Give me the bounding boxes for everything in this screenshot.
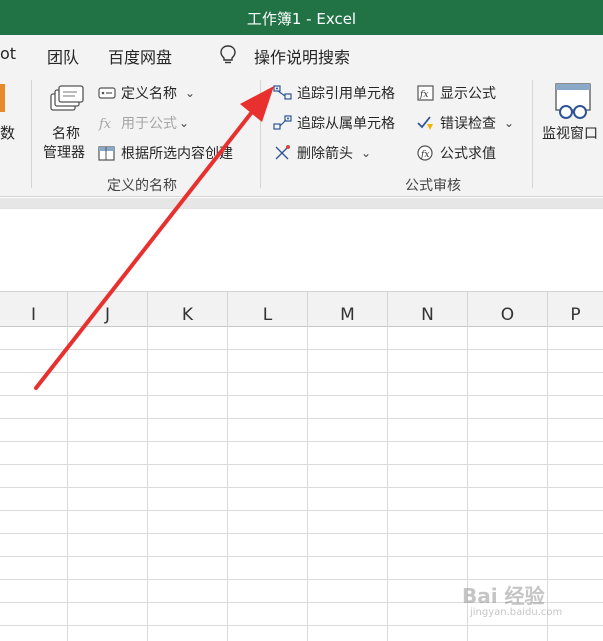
column-header-m[interactable]: M xyxy=(308,292,388,327)
group-separator xyxy=(532,80,533,188)
lightbulb-icon[interactable] xyxy=(219,44,237,66)
chevron-down-icon: ⌄ xyxy=(179,116,190,130)
defined-names-group-label: 定义的名称 xyxy=(107,178,177,194)
chevron-down-icon: ⌄ xyxy=(504,116,515,130)
trace-dependents-label: 追踪从属单元格 xyxy=(297,116,395,132)
formula-bar-area[interactable] xyxy=(0,208,603,291)
grid-column-line xyxy=(387,327,388,641)
grid-row-line xyxy=(0,510,603,511)
column-header-row: I J K L M N O P xyxy=(0,291,603,327)
function-library-icon-partial[interactable] xyxy=(0,84,5,112)
tab-team[interactable]: 团队 xyxy=(47,44,79,68)
name-manager-icon[interactable] xyxy=(47,84,85,116)
define-name-label: 定义名称 xyxy=(121,86,177,102)
trace-dependents-button[interactable]: 追踪从属单元格 xyxy=(273,113,395,133)
chevron-down-icon: ⌄ xyxy=(185,86,196,100)
create-from-selection-label: 根据所选内容创建 xyxy=(121,146,233,162)
group-separator xyxy=(31,80,32,188)
formula-auditing-group-label: 公式审核 xyxy=(405,178,461,194)
table-selection-icon xyxy=(98,146,115,161)
grid-column-line xyxy=(147,327,148,641)
create-from-selection-button[interactable]: 根据所选内容创建 xyxy=(97,143,233,163)
svg-text:fx: fx xyxy=(420,150,429,160)
column-header-k[interactable]: K xyxy=(148,292,228,327)
remove-arrows-button[interactable]: 删除箭头 ⌄ xyxy=(273,143,371,163)
watermark-logo: Bai 经验 xyxy=(462,584,545,608)
window-title: 工作簿1 - Excel xyxy=(246,10,357,28)
svg-text:fx: fx xyxy=(419,90,428,100)
ribbon-bottom-strip xyxy=(0,198,603,208)
grid-row-line xyxy=(0,556,603,557)
grid-column-line xyxy=(67,327,68,641)
error-checking-label: 错误检查 xyxy=(440,116,496,132)
define-name-button[interactable]: 定义名称 ⌄ xyxy=(97,83,195,103)
evaluate-formula-button[interactable]: fx 公式求值 xyxy=(416,143,496,163)
grid-row-line xyxy=(0,372,603,373)
grid-row-line xyxy=(0,625,603,626)
svg-text:fx: fx xyxy=(98,117,112,132)
trace-precedents-button[interactable]: 追踪引用单元格 xyxy=(273,83,395,103)
ribbon-partial-label[interactable]: 数 xyxy=(0,122,15,143)
column-header-o[interactable]: O xyxy=(468,292,548,327)
error-checking-icon xyxy=(417,116,433,130)
column-header-j[interactable]: J xyxy=(68,292,148,327)
menu-bar: ot 团队 百度网盘 操作说明搜索 xyxy=(0,35,603,73)
title-bar: 工作簿1 - Excel xyxy=(0,0,603,35)
column-header-p[interactable]: P xyxy=(548,292,603,327)
use-in-formula-label: 用于公式 xyxy=(121,116,177,132)
tag-icon xyxy=(98,87,116,99)
name-manager-label-line1[interactable]: 名称 xyxy=(52,123,80,143)
column-header-n[interactable]: N xyxy=(388,292,468,327)
group-separator xyxy=(260,80,261,188)
grid-column-line xyxy=(307,327,308,641)
fx-icon: fx xyxy=(98,117,112,132)
grid-row-line xyxy=(0,464,603,465)
tab-partial[interactable]: ot xyxy=(0,44,16,63)
grid-column-line xyxy=(547,327,548,641)
chevron-down-icon: ⌄ xyxy=(361,146,372,160)
remove-arrows-label: 删除箭头 xyxy=(297,146,353,162)
grid-row-line xyxy=(0,418,603,419)
grid-row-line xyxy=(0,395,603,396)
remove-arrows-icon xyxy=(275,145,290,160)
trace-precedents-label: 追踪引用单元格 xyxy=(297,86,395,102)
evaluate-formula-label: 公式求值 xyxy=(440,146,496,162)
show-formulas-label: 显示公式 xyxy=(440,86,496,102)
grid-row-line xyxy=(0,487,603,488)
watermark-url: jingyan.baidu.com xyxy=(470,607,563,618)
grid-row-line xyxy=(0,441,603,442)
column-header-i[interactable]: I xyxy=(0,292,68,327)
show-formulas-icon: fx xyxy=(417,85,434,101)
show-formulas-button[interactable]: fx 显示公式 xyxy=(416,83,496,103)
watch-window-icon[interactable] xyxy=(553,82,593,122)
grid-column-line xyxy=(227,327,228,641)
watch-window-label[interactable]: 监视窗口 xyxy=(542,123,598,143)
error-checking-button[interactable]: 错误检查 ⌄ xyxy=(416,113,514,133)
grid-row-line xyxy=(0,349,603,350)
grid-row-line xyxy=(0,533,603,534)
trace-dependents-icon xyxy=(273,115,292,130)
evaluate-formula-icon: fx xyxy=(417,145,433,161)
column-header-l[interactable]: L xyxy=(228,292,308,327)
use-in-formula-button[interactable]: fx 用于公式 ⌄ xyxy=(97,113,189,133)
trace-precedents-icon xyxy=(273,85,292,100)
tab-baidu-netdisk[interactable]: 百度网盘 xyxy=(108,44,172,68)
tell-me-search[interactable]: 操作说明搜索 xyxy=(254,44,350,68)
name-manager-label-line2[interactable]: 管理器 xyxy=(43,142,85,162)
